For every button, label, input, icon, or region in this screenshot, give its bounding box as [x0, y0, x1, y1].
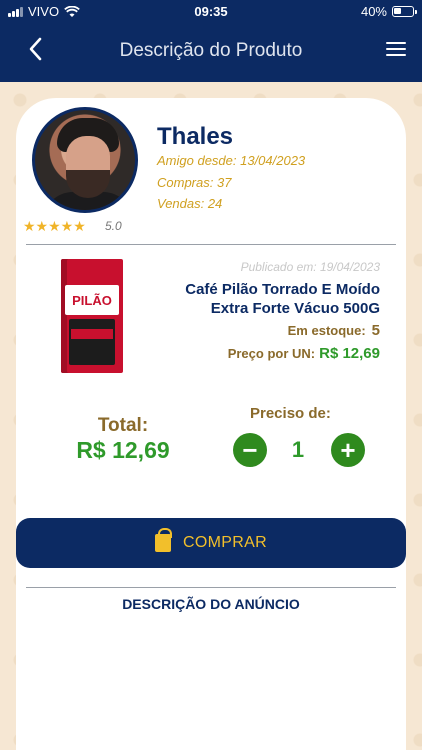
shopping-bag-icon	[155, 528, 173, 552]
description-title: DESCRIÇÃO DO ANÚNCIO	[122, 596, 300, 612]
decrease-quantity-button[interactable]: −	[233, 433, 267, 467]
coffee-pack-image: PILÃO	[61, 259, 123, 373]
seller-friend-since: Amigo desde: 13/04/2023	[157, 153, 306, 168]
quantity-value: 1	[291, 437, 305, 462]
plus-icon: +	[340, 434, 356, 465]
status-right: 40%	[360, 4, 417, 19]
divider-top	[26, 244, 396, 245]
stock-value: 5	[371, 322, 380, 339]
unit-price: Preço por UN: R$ 12,69	[228, 345, 380, 362]
stock-label: Em estoque:	[287, 323, 366, 338]
seller-avatar[interactable]	[32, 107, 138, 213]
rating-stars: ★★★★★	[23, 218, 86, 234]
product-image[interactable]: PILÃO	[30, 255, 154, 377]
battery-percent: 40%	[360, 4, 387, 19]
total-label: Total:	[97, 415, 149, 436]
buy-button[interactable]: COMPRAR	[16, 518, 406, 568]
rating-value: 5.0	[105, 219, 122, 233]
app-header: VIVO 09:35 40% Descrição do Produto	[0, 0, 422, 82]
status-bar: VIVO 09:35 40%	[0, 0, 422, 24]
published-date: Publicado em: 19/04/2023	[240, 260, 380, 274]
unit-price-label: Preço por UN:	[227, 346, 316, 361]
seller-sales: Vendas: 24	[157, 196, 223, 211]
unit-price-value: R$ 12,69	[319, 345, 380, 362]
status-time: 09:35	[194, 4, 228, 19]
divider-description	[26, 587, 396, 588]
stock-info: Em estoque: 5	[288, 322, 380, 339]
minus-icon: −	[242, 434, 258, 465]
seller-purchases: Compras: 37	[157, 175, 232, 190]
page-title: Descrição do Produto	[119, 40, 303, 61]
quantity-label: Preciso de:	[250, 405, 331, 422]
pack-brand: PILÃO	[65, 285, 119, 315]
battery-icon	[392, 6, 417, 17]
total-value: R$ 12,69	[76, 437, 170, 463]
increase-quantity-button[interactable]: +	[331, 433, 365, 467]
menu-button[interactable]	[386, 42, 406, 56]
seller-name[interactable]: Thales	[157, 123, 233, 151]
hamburger-menu-icon	[386, 42, 406, 44]
buy-button-label: COMPRAR	[183, 534, 267, 551]
product-title: Café Pilão Torrado E Moído Extra Forte V…	[185, 281, 380, 317]
